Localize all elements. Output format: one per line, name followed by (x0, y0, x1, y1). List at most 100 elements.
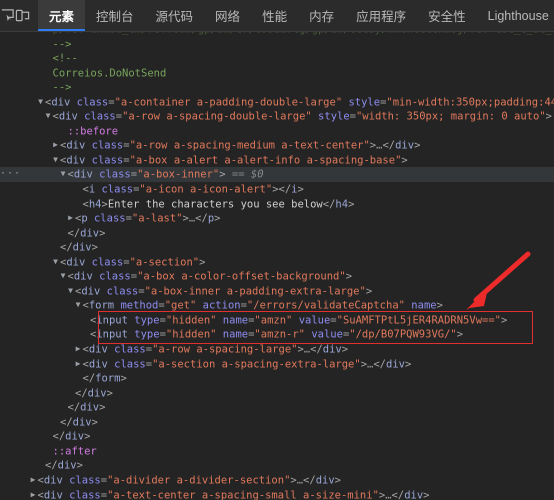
twisty-collapsed-icon[interactable]: ▶ (29, 488, 38, 500)
inspect-element-icon[interactable] (0, 0, 15, 31)
twisty-placeholder (59, 226, 68, 241)
dom-tree-row[interactable]: ▶ <div class="a-text-center a-spacing-sma… (0, 488, 554, 500)
devtools-toolbar[interactable]: 元素 控制台 源代码 网络 性能 内存 应用程序 安全性 Lighthouse (0, 0, 554, 32)
dom-tree-row[interactable]: <i class="a-icon a-icon-alert"></i> (0, 182, 554, 197)
dom-tree-row[interactable]: </div> (0, 400, 554, 415)
dom-tree-row[interactable]: </div> (0, 226, 554, 241)
code-token-aname: class (99, 168, 131, 181)
dom-tree-panel[interactable]: p/ref=ahmbd_cm/ref.com/gp/aw/cr/cssdarlg… (0, 0, 554, 500)
dom-tree-row[interactable]: </div> (0, 415, 554, 430)
dom-tree-row[interactable]: --> (0, 80, 554, 95)
code-token-aname: class (101, 183, 134, 196)
dom-tree-row[interactable]: </div> (0, 429, 554, 444)
code-token-tag: div (87, 386, 107, 399)
code-token-tag: div (88, 343, 108, 356)
dom-tree-row[interactable]: ▶ <div class="a-section a-spacing-extra-l… (0, 357, 554, 372)
dom-tree-row[interactable]: ::after (0, 444, 554, 459)
twisty-collapsed-icon[interactable]: ▶ (29, 473, 38, 488)
tab-8[interactable]: Lighthouse (477, 0, 554, 31)
twisty-collapsed-icon[interactable]: ▶ (74, 342, 83, 357)
code-token-punct: > (76, 459, 83, 472)
code-token-punct: > (365, 285, 373, 298)
dom-tree-row[interactable]: ::before (0, 124, 554, 139)
twisty-expanded-icon[interactable]: ▼ (59, 167, 68, 182)
code-token-tag: div (66, 139, 86, 152)
code-token-tag: div (51, 96, 71, 109)
tab-3[interactable]: 网络 (204, 0, 251, 31)
code-token-aval: "a-row a-spacing-double-large" (122, 110, 312, 123)
twisty-collapsed-icon[interactable]: ▶ (74, 357, 83, 372)
code-token-aname: class (84, 110, 116, 123)
twisty-placeholder (74, 197, 83, 212)
dom-tree-row[interactable]: ▶ <div class="a-row a-spacing-medium a-te… (0, 138, 554, 153)
twisty-collapsed-icon[interactable]: ▶ (51, 138, 60, 153)
dom-tree-row[interactable]: </div> (0, 386, 554, 401)
twisty-expanded-icon[interactable]: ▼ (44, 109, 53, 124)
tab-6[interactable]: 应用程序 (345, 0, 417, 31)
dom-tree-row[interactable]: </form> (0, 371, 554, 386)
dom-tree-row[interactable]: ▼ <div class="a-box a-color-offset-backgr… (0, 269, 554, 284)
device-toolbar-icon[interactable] (15, 0, 30, 31)
code-token-tag: div (322, 343, 342, 356)
twisty-placeholder (66, 386, 75, 401)
dom-tree-row[interactable]: </div> (0, 458, 554, 473)
dom-tree-row[interactable]: ▼ <div class="a-row a-spacing-double-larg… (0, 109, 554, 124)
code-token-pseudo: ::after (52, 445, 97, 458)
code-token-punct: > (334, 474, 341, 487)
code-token-aname: action (202, 299, 241, 312)
dom-tree-row[interactable]: ▼ <div class="a-box-inner a-padding-extra… (0, 284, 554, 299)
tab-7[interactable]: 安全性 (417, 0, 477, 31)
code-token-dollar: $0 (250, 168, 264, 181)
dom-tree-row[interactable]: Correios.DoNotSend (0, 66, 554, 81)
dom-tree-row[interactable]: </div> (0, 240, 554, 255)
dom-tree-row[interactable]: ▼ <div class="a-box a-alert a-alert-info … (0, 153, 554, 168)
dom-tree-row[interactable]: <!-- (0, 51, 554, 66)
tab-0[interactable]: 元素 (38, 0, 86, 31)
twisty-expanded-icon[interactable]: ▼ (51, 255, 60, 270)
twisty-expanded-icon[interactable]: ▼ (66, 284, 75, 299)
twisty-collapsed-icon[interactable]: ▶ (66, 211, 75, 226)
code-token-punct: > (297, 183, 304, 196)
dom-tree-row[interactable]: --> (0, 37, 554, 52)
code-token-punct: > (345, 270, 353, 283)
code-token-aval: "a-row a-spacing-large" (152, 343, 298, 356)
dom-tree-row[interactable]: ▶ <p class="a-last">…</p> (0, 211, 554, 226)
code-token-aval: "a-section" (129, 256, 200, 269)
twisty-expanded-icon[interactable]: ▼ (59, 269, 68, 284)
tab-4[interactable]: 性能 (251, 0, 298, 31)
code-token-punct: > (106, 386, 113, 399)
annotation-highlight-box (98, 311, 533, 344)
code-token-aname: class (91, 139, 124, 152)
code-token-punct: </ (382, 139, 396, 152)
code-token-aname: class (93, 212, 126, 225)
dom-tree-row[interactable]: ▶ <div class="a-row a-spacing-large">…</d… (0, 342, 554, 357)
code-token-punct: > (545, 110, 552, 123)
twisty-placeholder (36, 458, 45, 473)
code-token-punct: > (404, 357, 412, 370)
twisty-expanded-icon[interactable]: ▼ (51, 153, 60, 168)
code-token-punct: > (436, 299, 443, 312)
dom-tree-row[interactable]: ▼ <div class="a-section"> (0, 255, 554, 270)
code-token-tag: div (73, 270, 93, 283)
code-token-aname: style (318, 110, 350, 123)
code-token-comment: Correios.DoNotSend (52, 66, 167, 79)
code-token-tag: div (88, 357, 108, 370)
dom-tree-row[interactable]: ▼ <div class="a-container a-padding-doubl… (0, 95, 554, 110)
code-token-aname: style (348, 96, 381, 109)
dom-tree-row[interactable]: ▶ <div class="a-divider a-divider-section… (0, 473, 554, 488)
code-token-aname: class (76, 96, 109, 109)
tab-2[interactable]: 源代码 (145, 0, 205, 31)
tab-1[interactable]: 控制台 (85, 0, 145, 31)
code-token-punct: > (120, 372, 127, 385)
twisty-expanded-icon[interactable]: ▼ (74, 298, 83, 313)
twisty-placeholder (51, 415, 60, 430)
code-token-punct: > (214, 212, 221, 225)
twisty-expanded-icon[interactable]: ▼ (36, 95, 45, 110)
dom-tree-row-selected[interactable]: ··· ▼ <div class="a-box-inner"> == $0 (0, 167, 554, 183)
code-token-tag: div (58, 110, 78, 123)
code-token-punct: </ (195, 212, 208, 225)
tab-5[interactable]: 内存 (298, 0, 345, 31)
code-token-punct: > (341, 343, 349, 356)
dom-tree-row[interactable]: <h4>Enter the characters you see below</… (0, 197, 554, 212)
code-token-punct: > (91, 416, 98, 429)
